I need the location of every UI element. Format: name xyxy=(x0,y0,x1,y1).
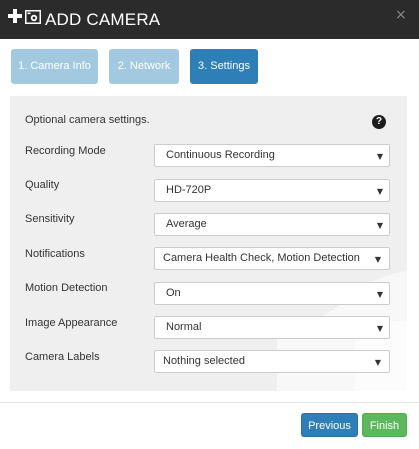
close-icon[interactable]: × xyxy=(395,7,407,23)
recording-mode-value: Continuous Recording xyxy=(166,149,275,161)
chevron-down-icon: ▼ xyxy=(376,152,383,161)
chevron-down-icon: ▼ xyxy=(376,290,383,299)
sensitivity-select[interactable]: Average ▼ xyxy=(154,213,390,236)
image-appearance-value: Normal xyxy=(166,321,202,333)
wizard-steps: 1. Camera Info 2. Network 3. Settings xyxy=(0,49,419,84)
sensitivity-value: Average xyxy=(166,218,207,230)
modal-title: ADD CAMERA xyxy=(45,10,161,29)
motion-detection-select[interactable]: On ▼ xyxy=(154,282,390,305)
chevron-down-icon: ▼ xyxy=(374,358,381,367)
camera-icon xyxy=(25,10,41,24)
chevron-down-icon: ▼ xyxy=(376,324,383,333)
notifications-select[interactable]: Camera Health Check, Motion Detection ▼ xyxy=(154,247,390,270)
image-appearance-select[interactable]: Normal ▼ xyxy=(154,316,390,339)
chevron-down-icon: ▼ xyxy=(374,255,381,264)
step-network[interactable]: 2. Network xyxy=(109,49,179,84)
chevron-down-icon: ▼ xyxy=(376,221,383,230)
previous-button[interactable]: Previous xyxy=(301,413,358,437)
quality-value: HD-720P xyxy=(166,184,212,196)
chevron-down-icon: ▼ xyxy=(376,187,383,196)
motion-detection-value: On xyxy=(166,287,181,299)
finish-button[interactable]: Finish xyxy=(362,413,407,437)
step-camera-info[interactable]: 1. Camera Info xyxy=(11,49,98,84)
help-icon[interactable]: ? xyxy=(372,115,386,129)
camera-labels-select[interactable]: Nothing selected ▼ xyxy=(154,350,390,373)
sensitivity-label: Sensitivity xyxy=(25,213,75,225)
settings-panel: Optional camera settings. ? Recording Mo… xyxy=(10,96,407,391)
quality-label: Quality xyxy=(25,179,60,191)
notifications-label: Notifications xyxy=(25,248,85,260)
quality-select[interactable]: HD-720P ▼ xyxy=(154,179,390,202)
notifications-value: Camera Health Check, Motion Detection xyxy=(163,252,360,264)
recording-mode-label: Recording Mode xyxy=(25,145,106,157)
settings-intro: Optional camera settings. xyxy=(25,114,150,126)
camera-labels-label: Camera Labels xyxy=(25,351,100,363)
recording-mode-select[interactable]: Continuous Recording ▼ xyxy=(154,144,390,167)
image-appearance-label: Image Appearance xyxy=(25,317,118,329)
camera-labels-value: Nothing selected xyxy=(163,355,245,367)
step-settings[interactable]: 3. Settings xyxy=(190,49,258,84)
modal-header: ADD CAMERA × xyxy=(0,0,419,39)
plus-icon xyxy=(8,9,22,23)
footer-divider xyxy=(0,402,419,403)
motion-detection-label: Motion Detection xyxy=(25,282,108,294)
